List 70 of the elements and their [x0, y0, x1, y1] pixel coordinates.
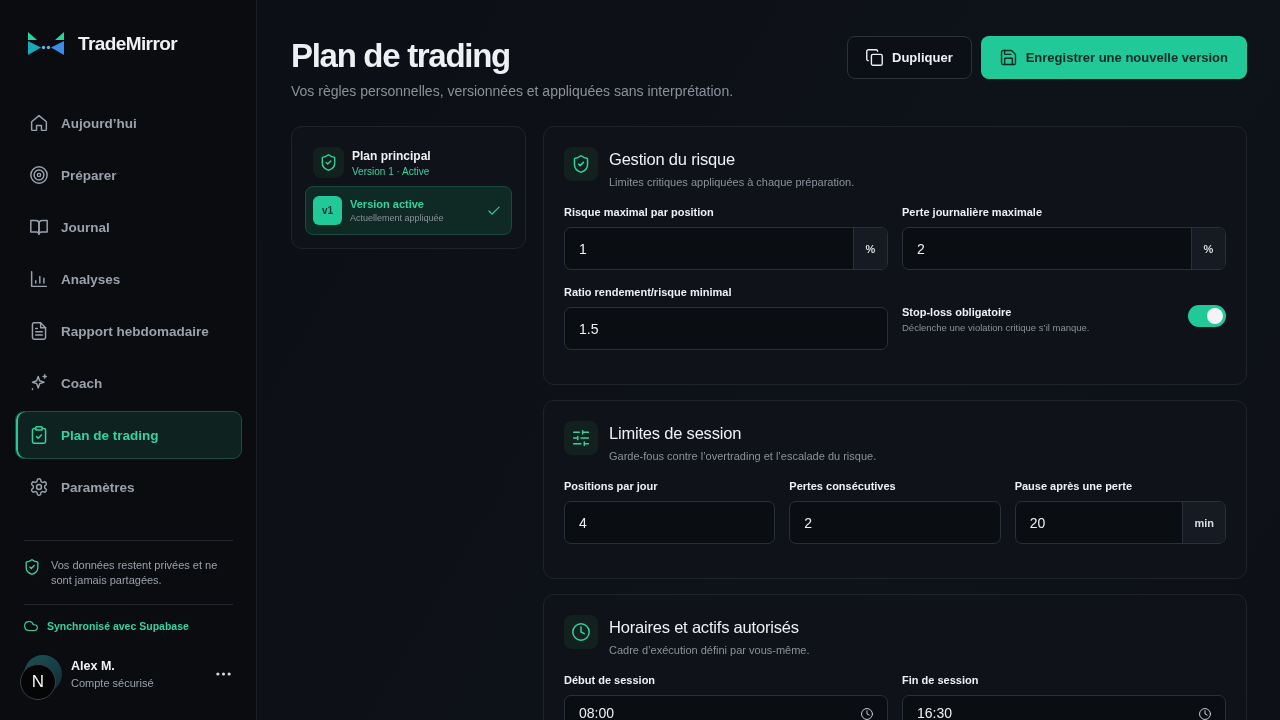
nav-item[interactable]: Paramètres — [15, 463, 242, 511]
document-icon — [30, 322, 48, 340]
input-field[interactable]: 2 — [789, 501, 1001, 544]
version-badge: v1 — [313, 196, 342, 225]
input-field[interactable]: 2 % — [902, 227, 1226, 270]
plan-status: Version 1 · Active — [352, 165, 431, 177]
field-label: Pause après une perte — [1014, 479, 1134, 493]
input-field[interactable]: 1.5 — [564, 307, 888, 350]
section-title: Limites de session — [609, 423, 743, 443]
user-name: Alex M. — [71, 659, 116, 673]
clipboard-check-icon — [30, 426, 48, 444]
more-icon[interactable] — [216, 672, 231, 676]
unit-suffix: min — [1182, 502, 1225, 543]
bar-chart-icon — [30, 270, 48, 288]
book-icon — [30, 218, 48, 236]
page-title: Plan de trading — [291, 36, 511, 76]
nav-item[interactable]: Coach — [15, 359, 242, 407]
plan-name: Plan principal — [352, 148, 431, 163]
nav-item[interactable]: Aujourd’hui — [15, 99, 242, 147]
section-subtitle: Cadre d’exécution défini par vous-même. — [609, 643, 810, 657]
section-title: Gestion du risque — [609, 149, 736, 169]
clock-icon — [564, 615, 598, 649]
section-subtitle: Garde-fous contre l’overtrading et l’escalade du risque. — [609, 449, 877, 463]
field-label: Fin de session — [902, 673, 980, 687]
clock-icon — [1199, 708, 1211, 720]
sliders-icon — [564, 421, 598, 455]
time-field[interactable]: 08:00 — [564, 695, 888, 720]
input-field[interactable]: 4 — [564, 501, 776, 544]
page-subtitle: Vos règles personnelles, versionnées et appliquées sans interprétation. — [291, 82, 734, 100]
account-status: Compte sécurisé — [71, 677, 155, 689]
time-field[interactable]: 16:30 — [902, 695, 1226, 720]
toggle-label: Stop-loss obligatoire — [902, 305, 1013, 319]
target-icon — [30, 166, 48, 184]
nav-item[interactable]: Préparer — [15, 151, 242, 199]
settings-icon — [30, 478, 48, 496]
shield-check-icon — [24, 559, 40, 575]
input-field[interactable]: 1 % — [564, 227, 888, 270]
sync-status: Synchronisé avec Supabase — [47, 620, 189, 632]
nav-item[interactable]: Journal — [15, 203, 242, 251]
nav-item[interactable]: Rapport hebdomadaire — [15, 307, 242, 355]
sparkle-icon — [30, 374, 48, 392]
save-version-button[interactable]: Enregistrer une nouvelle version — [980, 36, 1247, 79]
field-label: Risque maximal par position — [564, 205, 715, 219]
field-label: Positions par jour — [564, 479, 659, 493]
section-subtitle: Limites critiques appliquées à chaque préparation. — [609, 175, 855, 189]
privacy-note: Vos données restent privées et ne sont jamais partagées. — [51, 558, 219, 588]
field-label: Début de session — [564, 673, 657, 687]
copy-icon — [866, 49, 884, 66]
shield-check-icon — [564, 147, 598, 181]
input-field[interactable]: 20 min — [1014, 501, 1226, 544]
field-label: Ratio rendement/risque minimal — [564, 285, 733, 299]
brand-name: TradeMirror — [78, 32, 177, 55]
house-icon — [30, 114, 48, 132]
duplicate-button[interactable]: Dupliquer — [847, 36, 972, 79]
logo-icon — [28, 32, 64, 55]
field-label: Pertes consécutives — [789, 479, 897, 493]
unit-suffix: % — [1191, 228, 1225, 269]
nav-item[interactable]: Analyses — [15, 255, 242, 303]
toggle-description: Déclenche une violation critique s’il manque. — [902, 322, 1090, 333]
toggle-switch[interactable] — [1188, 305, 1226, 327]
cloud-icon — [24, 619, 38, 633]
clock-icon — [861, 708, 873, 720]
version-item[interactable]: v1 Version active Actuellement appliquée — [305, 186, 512, 235]
shield-check-icon — [313, 147, 344, 178]
version-title: Version active — [350, 198, 425, 210]
unit-suffix: % — [853, 228, 887, 269]
field-label: Perte journalière maximale — [902, 205, 1043, 219]
nav-item[interactable]: Plan de trading — [15, 411, 242, 459]
section-title: Horaires et actifs autorisés — [609, 617, 800, 637]
version-subtitle: Actuellement appliquée — [350, 213, 445, 223]
